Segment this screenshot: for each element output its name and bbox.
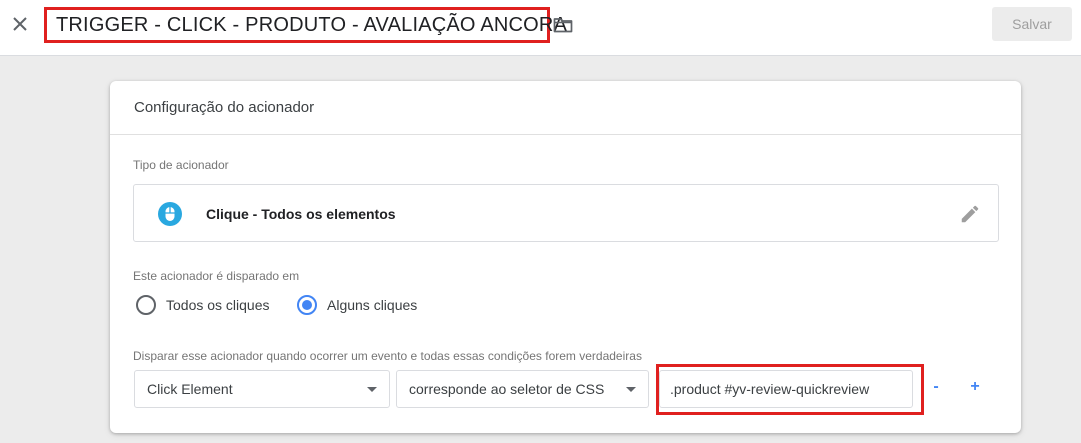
top-bar: TRIGGER - CLICK - PRODUTO - AVALIAÇÃO AN… bbox=[0, 0, 1081, 56]
add-condition-button[interactable]: + bbox=[965, 377, 985, 397]
operator-select-value: corresponde ao seletor de CSS bbox=[409, 381, 605, 397]
radio-some-clicks[interactable]: Alguns cliques bbox=[297, 295, 417, 315]
trigger-name-field[interactable]: TRIGGER - CLICK - PRODUTO - AVALIAÇÃO AN… bbox=[44, 7, 567, 43]
card-header: Configuração do acionador bbox=[110, 81, 1021, 135]
card-title: Configuração do acionador bbox=[134, 99, 315, 116]
trigger-type-label: Tipo de acionador bbox=[133, 158, 229, 172]
close-button[interactable] bbox=[8, 12, 32, 36]
remove-condition-button[interactable]: - bbox=[926, 377, 946, 397]
variable-select-value: Click Element bbox=[147, 381, 233, 397]
condition-value-input[interactable] bbox=[659, 370, 913, 408]
trigger-type-value: Clique - Todos os elementos bbox=[206, 206, 396, 222]
radio-label-all-clicks: Todos os cliques bbox=[166, 297, 270, 313]
close-icon bbox=[13, 17, 27, 31]
variable-select[interactable]: Click Element bbox=[134, 370, 390, 408]
folder-icon bbox=[553, 18, 573, 33]
trigger-type-selector[interactable]: Clique - Todos os elementos bbox=[133, 184, 999, 242]
trigger-config-card: Configuração do acionador Tipo de aciona… bbox=[110, 81, 1021, 433]
folder-button[interactable] bbox=[552, 14, 574, 36]
radio-all-clicks[interactable]: Todos os cliques bbox=[136, 295, 270, 315]
save-button[interactable]: Salvar bbox=[992, 7, 1072, 41]
fires-on-label: Este acionador é disparado em bbox=[133, 269, 300, 283]
chevron-down-icon bbox=[367, 387, 377, 392]
trigger-title: TRIGGER - CLICK - PRODUTO - AVALIAÇÃO AN… bbox=[56, 13, 568, 36]
condition-label: Disparar esse acionador quando ocorrer u… bbox=[133, 349, 642, 363]
pencil-icon[interactable] bbox=[959, 203, 981, 225]
chevron-down-icon bbox=[626, 387, 636, 392]
radio-label-some-clicks: Alguns cliques bbox=[327, 297, 418, 313]
operator-select[interactable]: corresponde ao seletor de CSS bbox=[396, 370, 649, 408]
mouse-icon bbox=[158, 202, 182, 226]
radio-button-checked[interactable] bbox=[297, 295, 317, 315]
radio-button-unchecked[interactable] bbox=[136, 295, 156, 315]
